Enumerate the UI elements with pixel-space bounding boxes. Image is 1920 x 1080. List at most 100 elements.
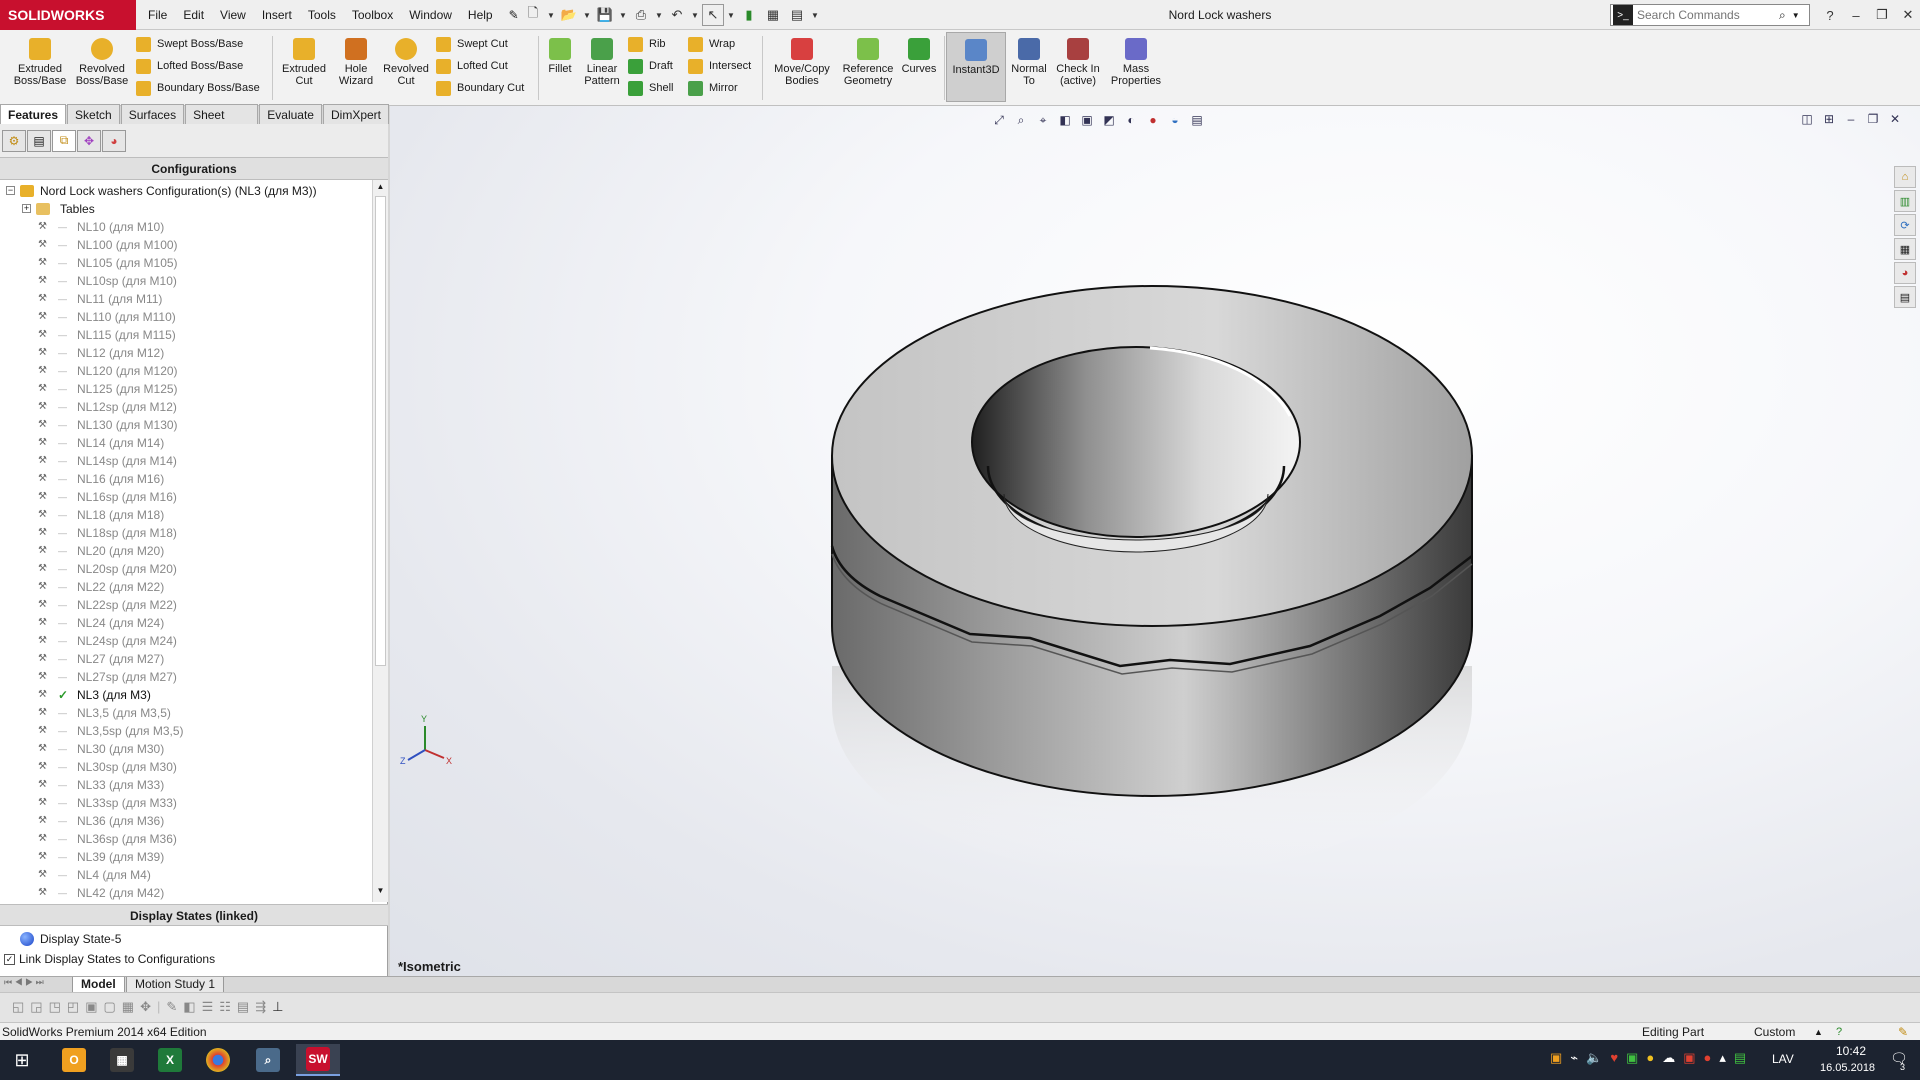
tray-wifi-icon[interactable]: ▴ [1719,1050,1726,1066]
tray-green-app-icon[interactable]: ▤ [1734,1050,1746,1066]
display-state-item[interactable]: Display State-5 [20,930,121,948]
chevron-down-icon[interactable]: ▼ [690,4,700,26]
menu-file[interactable]: File [140,0,175,30]
tray-network-icon[interactable]: ⌁ [1570,1050,1578,1066]
save-icon[interactable]: 💾 [594,4,616,26]
display-manager-icon[interactable]: ◕ [102,129,126,152]
view-palette-icon[interactable]: ▦ [1894,238,1916,260]
tray-recorder-icon[interactable]: ● [1703,1050,1711,1066]
tab-sketch[interactable]: Sketch [67,104,120,124]
display-icon[interactable]: ▢ [103,999,115,1015]
relations-icon[interactable]: ◰ [67,999,79,1015]
line-style-icon[interactable]: ☷ [219,999,231,1015]
clock-date[interactable]: 16.05.2018 [1820,1062,1875,1074]
scroll-up-icon[interactable]: ▲ [375,182,386,194]
extruded-cut-button[interactable]: Extruded Cut [274,38,334,87]
tray-shield-icon[interactable]: ♥ [1610,1050,1618,1066]
menu-toolbox[interactable]: Toolbox [344,0,401,30]
feature-tree-icon[interactable]: ⚙ [2,129,26,152]
rib-button[interactable]: Rib [628,34,666,54]
menu-help[interactable]: Help [460,0,501,30]
notification-icon[interactable]: 🗨 [1890,1050,1908,1067]
design-library-icon[interactable]: ▥ [1894,190,1916,212]
search-icon[interactable]: ⌕ [1779,8,1786,23]
tray-volume-icon[interactable]: 🔈 [1586,1050,1602,1066]
tray-yellow-icon[interactable]: ● [1646,1050,1654,1066]
search-commands[interactable]: >_ ⌕ ▼ [1610,4,1810,26]
unit-system-selector[interactable]: Custom [1754,1023,1795,1041]
close-icon[interactable]: ✕ [1896,3,1920,27]
tray-orange-app-icon[interactable]: ▣ [1550,1050,1562,1066]
tab-scroll-arrows-icon[interactable]: ⏮ ◀ ▶ ⏭ [4,977,44,988]
chevron-down-icon[interactable]: ▼ [654,4,664,26]
dimxpert-manager-icon[interactable]: ✥ [77,129,101,152]
apply-scene-icon[interactable]: ◒ [1166,111,1184,129]
chevron-down-icon[interactable]: ▼ [1792,11,1800,20]
view-orientation-icon[interactable]: ▣ [1078,111,1096,129]
tab-evaluate[interactable]: Evaluate [259,104,322,124]
extruded-boss-button[interactable]: Extruded Boss/Base [10,38,70,87]
solidworks-logo[interactable]: SOLIDWORKS [0,0,136,30]
instant3d-button[interactable]: Instant3D [946,32,1006,102]
custom-properties-icon[interactable]: ▤ [1894,286,1916,308]
tree-scrollbar[interactable]: ▲ ▼ [372,180,388,902]
reference-geometry-button[interactable]: Reference Geometry [834,38,902,87]
tile-view-icon[interactable]: ⊞ [1820,110,1838,128]
zoom-to-fit-icon[interactable]: ⤢ [990,111,1008,129]
washer-model[interactable] [790,266,1510,886]
sketch-3d-icon[interactable]: ◲ [30,999,42,1015]
wrap-button[interactable]: Wrap [688,34,735,54]
tab-motion-study[interactable]: Motion Study 1 [126,977,225,993]
property-manager-icon[interactable]: ▤ [27,129,51,152]
coordinate-icon[interactable]: ⊥ [272,999,283,1015]
swept-cut-button[interactable]: Swept Cut [436,34,508,54]
hide-show-items-icon[interactable]: ◐ [1122,111,1140,129]
view-settings-icon[interactable]: ▤ [1188,111,1206,129]
open-folder-icon[interactable]: 📂 [558,4,580,26]
configuration-manager-icon[interactable]: ⧉ [52,129,76,152]
layer-icon[interactable]: ◧ [183,999,195,1015]
previous-view-icon[interactable]: ⌖ [1034,111,1052,129]
line-weight-icon[interactable]: ☰ [202,999,214,1015]
section-view-icon[interactable]: ◧ [1056,111,1074,129]
search-input[interactable] [1635,7,1775,23]
tab-sheet-metal[interactable]: Sheet Metal [185,104,259,142]
quick-tips-icon[interactable]: ? [1836,1023,1842,1041]
chevron-down-icon[interactable]: ▼ [546,4,556,26]
chrome-app-icon[interactable] [196,1044,240,1076]
tab-features[interactable]: Features [0,104,67,124]
tab-surfaces[interactable]: Surfaces [120,104,185,124]
tab-model[interactable]: Model [72,977,125,993]
file-explorer-icon[interactable]: ⟳ [1894,214,1916,236]
tray-solidworks-icon[interactable]: ▣ [1683,1050,1695,1066]
viewport-minimize-icon[interactable]: – [1842,110,1860,128]
lofted-cut-button[interactable]: Lofted Cut [436,56,508,76]
edit-appearance-icon[interactable]: ● [1144,111,1162,129]
options-icon[interactable]: ▤ [786,4,808,26]
chevron-down-icon[interactable]: ▼ [726,4,736,26]
zoom-to-area-icon[interactable]: ⌕ [1012,111,1030,129]
menu-edit[interactable]: Edit [175,0,212,30]
draft-button[interactable]: Draft [628,56,673,76]
keyboard-language[interactable]: LAV [1772,1052,1794,1066]
align-icon[interactable]: ⇶ [255,999,266,1015]
swept-boss-button[interactable]: Swept Boss/Base [136,34,243,54]
chevron-up-icon[interactable]: ▲ [1814,1023,1823,1041]
table-icon[interactable]: ▤ [237,999,249,1015]
linear-pattern-button[interactable]: Linear Pattern [572,38,632,87]
boundary-boss-button[interactable]: Boundary Boss/Base [136,78,260,98]
sketch-tool-icon[interactable]: ◱ [12,999,24,1015]
mirror-button[interactable]: Mirror [688,78,738,98]
normal-to-button[interactable]: Normal To [1004,38,1054,87]
calculator-app-icon[interactable]: ▦ [100,1044,144,1076]
pencil-icon[interactable]: ✎ [166,999,177,1015]
section-icon[interactable]: ▣ [85,999,97,1015]
smart-dimension-icon[interactable]: ◳ [49,999,61,1015]
windows-start-icon[interactable]: ⊞ [0,1044,44,1076]
tab-dimxpert[interactable]: DimXpert [322,104,389,124]
search-app-icon[interactable]: ⌕ [246,1044,290,1076]
select-pointer-icon[interactable]: ↖ [702,4,724,26]
restore-icon[interactable]: ❐ [1870,3,1894,27]
menu-window[interactable]: Window [401,0,460,30]
checkbox-checked-icon[interactable]: ✓ [4,953,15,965]
